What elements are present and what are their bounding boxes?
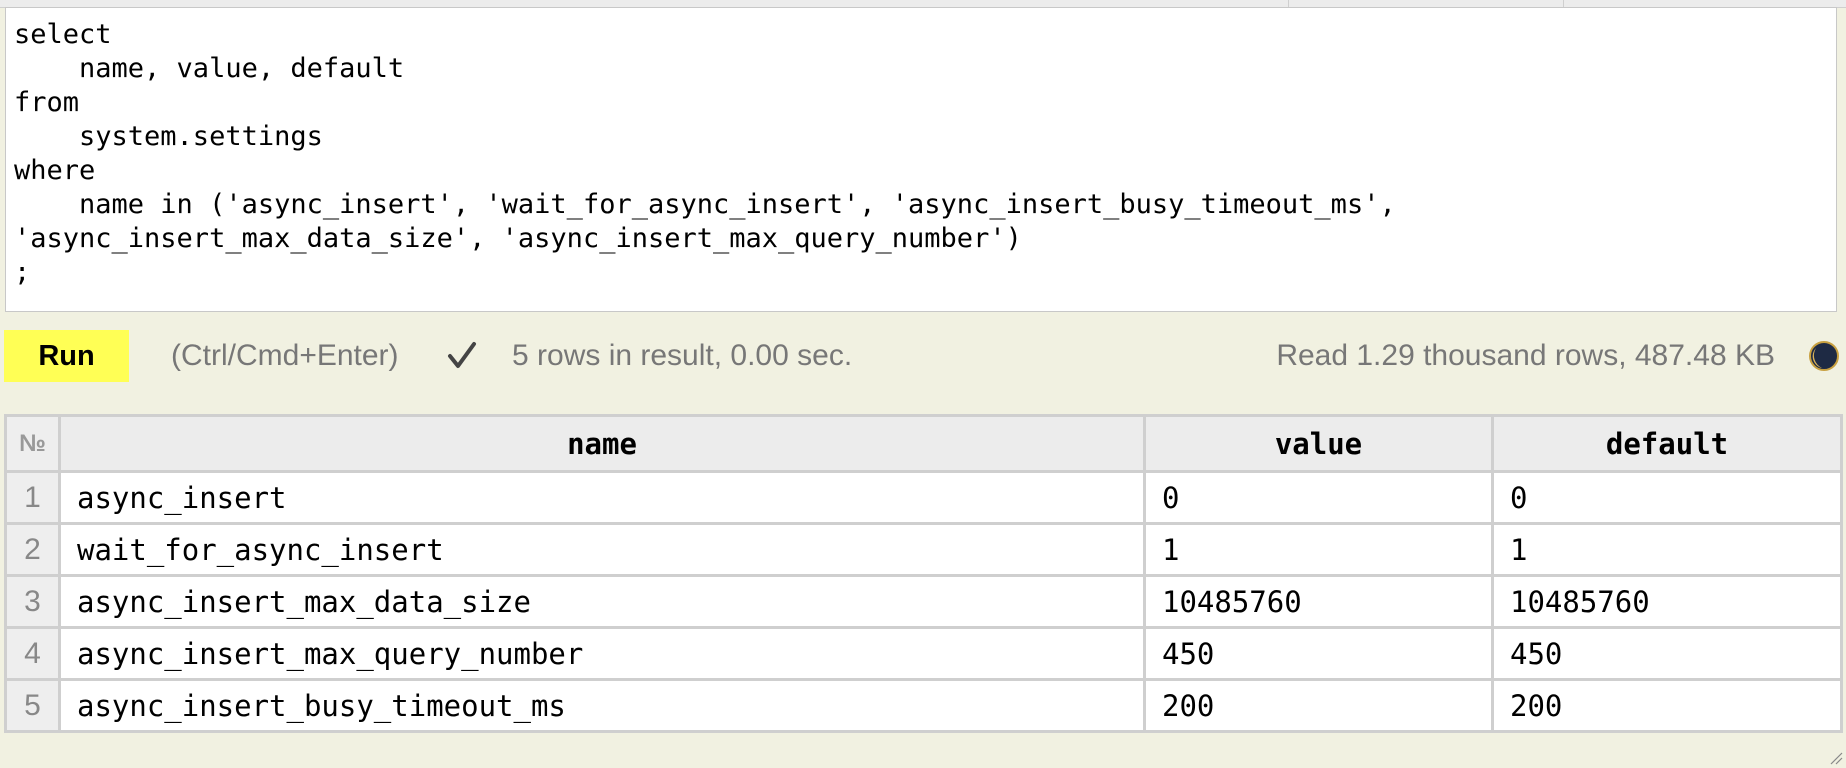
read-stats: Read 1.29 thousand rows, 487.48 KB xyxy=(1276,339,1775,372)
column-header-value[interactable]: value xyxy=(1143,414,1494,473)
table-row: 4 async_insert_max_query_number 450 450 xyxy=(4,626,1843,681)
resize-grip-icon[interactable] xyxy=(1829,751,1843,765)
cell-name[interactable]: async_insert xyxy=(58,470,1146,525)
cell-name[interactable]: async_insert_busy_timeout_ms xyxy=(58,678,1146,733)
cell-default[interactable]: 450 xyxy=(1491,626,1843,681)
result-summary: 5 rows in result, 0.00 sec. xyxy=(512,339,853,372)
cell-default[interactable]: 10485760 xyxy=(1491,574,1843,629)
cell-name[interactable]: wait_for_async_insert xyxy=(58,522,1146,577)
moon-icon[interactable] xyxy=(1808,340,1840,372)
query-editor[interactable]: select name, value, default from system.… xyxy=(5,7,1837,312)
tab-divider xyxy=(1288,0,1289,7)
tab-divider xyxy=(1563,0,1564,7)
cell-default[interactable]: 1 xyxy=(1491,522,1843,577)
row-number: 2 xyxy=(4,522,61,577)
table-row: 3 async_insert_max_data_size 10485760 10… xyxy=(4,574,1843,629)
cell-default[interactable]: 0 xyxy=(1491,470,1843,525)
row-number: 4 xyxy=(4,626,61,681)
table-row: 1 async_insert 0 0 xyxy=(4,470,1843,525)
row-number: 5 xyxy=(4,678,61,733)
cell-value[interactable]: 200 xyxy=(1143,678,1494,733)
cell-value[interactable]: 0 xyxy=(1143,470,1494,525)
check-icon xyxy=(448,342,476,368)
table-row: 5 async_insert_busy_timeout_ms 200 200 xyxy=(4,678,1843,733)
cell-value[interactable]: 1 xyxy=(1143,522,1494,577)
results-table: № name value default 1 async_insert 0 0 … xyxy=(4,414,1843,733)
table-row: 2 wait_for_async_insert 1 1 xyxy=(4,522,1843,577)
row-number: 3 xyxy=(4,574,61,629)
cell-name[interactable]: async_insert_max_data_size xyxy=(58,574,1146,629)
column-header-default[interactable]: default xyxy=(1491,414,1843,473)
shortcut-hint: (Ctrl/Cmd+Enter) xyxy=(171,339,399,372)
column-header-name[interactable]: name xyxy=(58,414,1146,473)
rownum-header: № xyxy=(4,414,61,473)
cell-name[interactable]: async_insert_max_query_number xyxy=(58,626,1146,681)
header-row: № name value default xyxy=(4,414,1843,473)
run-button[interactable]: Run xyxy=(4,330,129,382)
cell-value[interactable]: 450 xyxy=(1143,626,1494,681)
query-toolbar: Run (Ctrl/Cmd+Enter) 5 rows in result, 0… xyxy=(0,330,1846,384)
cell-value[interactable]: 10485760 xyxy=(1143,574,1494,629)
cell-default[interactable]: 200 xyxy=(1491,678,1843,733)
row-number: 1 xyxy=(4,470,61,525)
